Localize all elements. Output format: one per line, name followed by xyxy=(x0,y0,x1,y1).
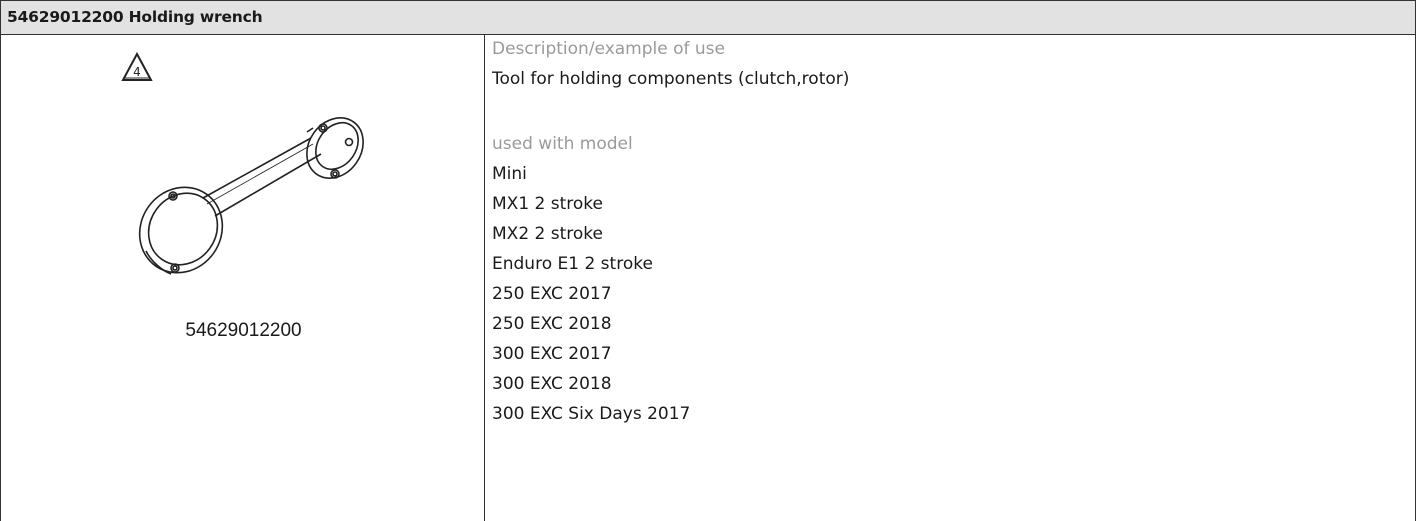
part-number: 54629012200 xyxy=(185,320,302,341)
model-item: MX1 2 stroke xyxy=(492,194,603,214)
warning-triangle-icon: 4 xyxy=(121,51,153,81)
model-item: 250 EXC 2018 xyxy=(492,314,612,334)
description-text: Tool for holding components (clutch,roto… xyxy=(492,69,850,89)
model-item: 300 EXC Six Days 2017 xyxy=(492,404,691,424)
warning-mark: 4 xyxy=(133,65,141,79)
description-label: Description/example of use xyxy=(492,39,726,59)
tool-details-panel: Description/example of use Tool for hold… xyxy=(484,34,1416,521)
tool-sheet: 54629012200 Holding wrench 4 54629012200… xyxy=(0,0,1416,521)
tool-figure: 4 xyxy=(121,51,364,275)
tool-image-panel: 4 54629012200 xyxy=(0,34,485,521)
model-item: 300 EXC 2018 xyxy=(492,374,612,394)
model-item: 300 EXC 2017 xyxy=(492,344,612,364)
holding-wrench-illustration xyxy=(138,117,364,275)
model-item: 250 EXC 2017 xyxy=(492,284,612,304)
page-title: 54629012200 Holding wrench xyxy=(0,0,1416,35)
model-item: Enduro E1 2 stroke xyxy=(492,254,653,274)
model-item: MX2 2 stroke xyxy=(492,224,603,244)
model-item: Mini xyxy=(492,164,527,184)
models-label: used with model xyxy=(492,134,633,154)
